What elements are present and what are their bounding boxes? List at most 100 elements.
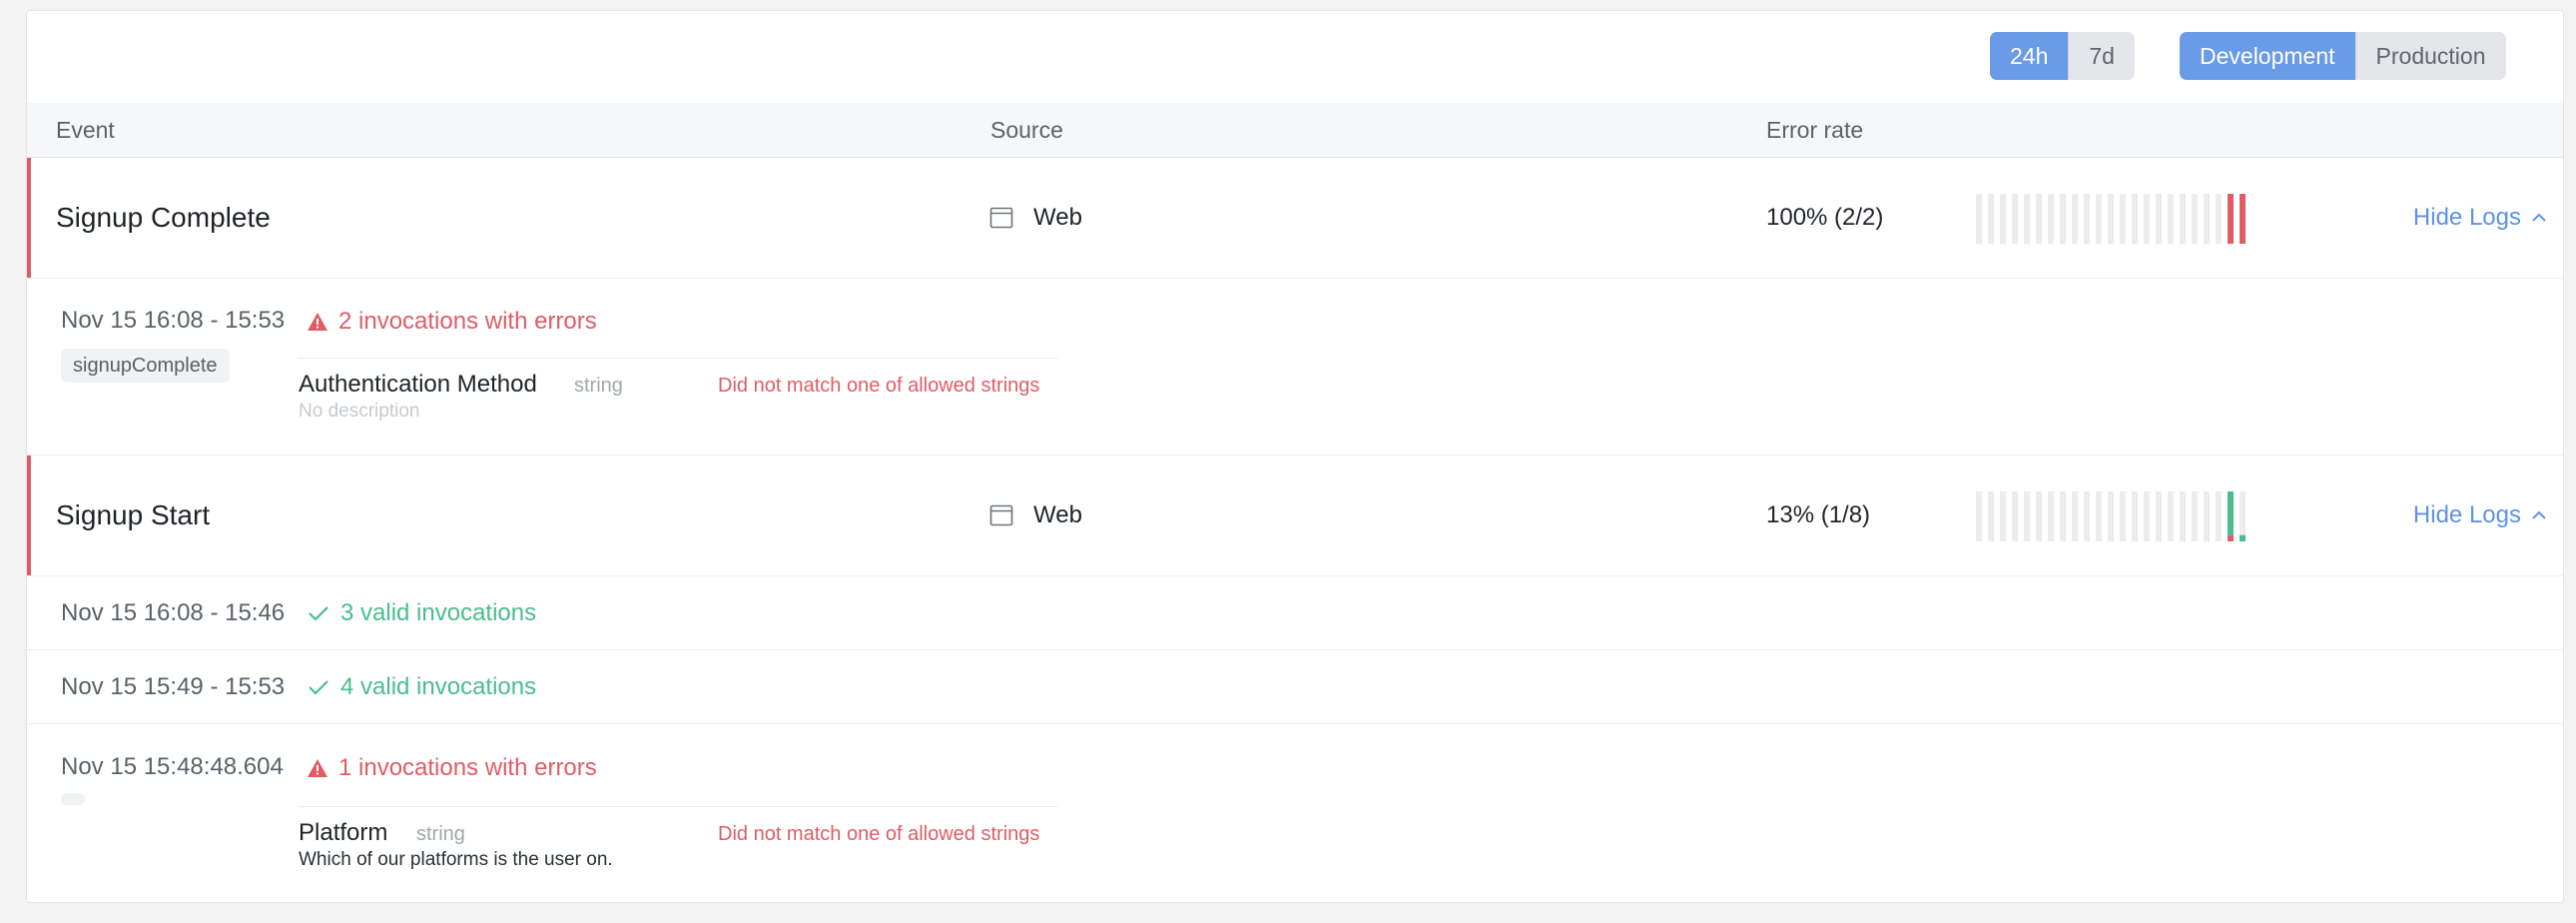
- event-source: Web: [989, 456, 1082, 575]
- sparkline-bar: [2228, 194, 2234, 244]
- sparkline-bar: [2240, 194, 2246, 244]
- sparkline-bar: [2072, 194, 2078, 244]
- log-status-label: 1 invocations with errors: [338, 754, 597, 781]
- toolbar: 24h 7d Development Production: [27, 11, 2563, 103]
- sparkline-bar: [2084, 194, 2090, 244]
- sparkline-bar: [2060, 491, 2066, 541]
- sparkline-bar: [2192, 194, 2198, 244]
- sparkline-bar: [2132, 194, 2138, 244]
- sparkline-bar: [2072, 491, 2078, 541]
- log-time-range: Nov 15 15:49 - 15:53: [61, 673, 286, 700]
- hide-logs-label: Hide Logs: [2412, 501, 2521, 528]
- checkmark-icon: [309, 606, 328, 621]
- log-status: 2 invocations with errors: [307, 308, 597, 336]
- sparkline-bar: [2168, 194, 2174, 244]
- property-name: Platform: [299, 819, 388, 846]
- sparkline-bar: [2228, 491, 2234, 541]
- sparkline-bar: [2204, 194, 2210, 244]
- log-time-range: Nov 15 16:08 - 15:46: [61, 599, 286, 626]
- sparkline-bar: [2048, 194, 2054, 244]
- sparkline-bar: [2060, 194, 2066, 244]
- sparkline-bar: [2120, 491, 2126, 541]
- sparkline-bar: [2108, 194, 2114, 244]
- event-row-signup-start[interactable]: Signup Start Web 13% (1/8) Hide Logs: [27, 456, 2563, 576]
- property-description: Which of our platforms is the user on.: [299, 849, 613, 870]
- event-source: Web: [989, 158, 1082, 278]
- property-name: Authentication Method: [299, 371, 537, 398]
- hide-logs-button[interactable]: Hide Logs: [2413, 158, 2547, 278]
- sparkline-bar: [2156, 194, 2162, 244]
- sparkline-bar: [2204, 491, 2210, 541]
- sparkline-bar: [1976, 194, 1982, 244]
- property-error: Did not match one of allowed strings: [718, 375, 1040, 397]
- column-header-source: Source: [990, 117, 1063, 143]
- property-error: Did not match one of allowed strings: [718, 823, 1040, 845]
- sparkline-bar: [2144, 194, 2150, 244]
- sparkline-bar: [2036, 491, 2042, 541]
- log-entry: Nov 15 15:48:48.604 1 invocations with e…: [27, 724, 2563, 902]
- events-card: 24h 7d Development Production Event Sour…: [26, 10, 2564, 903]
- sparkline-bar: [2000, 491, 2006, 541]
- sparkline-bar: [2024, 491, 2030, 541]
- sparkline-bar: [2192, 491, 2198, 541]
- sparkline-bar: [1988, 194, 1994, 244]
- sparkline-bar: [2120, 194, 2126, 244]
- sparkline-bar: [2036, 194, 2042, 244]
- property-type: string: [574, 375, 623, 397]
- sparkline-bar: [2180, 194, 2186, 244]
- event-source-label: Web: [1033, 501, 1082, 528]
- sparkline-bar: [1988, 491, 1994, 541]
- time-range-toggle: 24h 7d: [1990, 32, 2135, 80]
- log-status-label: 4 valid invocations: [340, 673, 537, 700]
- log-status-label: 3 valid invocations: [340, 599, 537, 626]
- log-entry: Nov 15 15:49 - 15:53 4 valid invocations: [27, 650, 2563, 724]
- env-filter-production[interactable]: Production: [2354, 32, 2506, 80]
- event-code-tag: [61, 793, 85, 805]
- warning-icon: [308, 759, 327, 777]
- log-status: 1 invocations with errors: [307, 754, 597, 782]
- column-header-event: Event: [56, 117, 115, 143]
- property-error-row: Authentication Method string Did not mat…: [299, 358, 1057, 422]
- property-error-row: Platform string Did not match one of all…: [299, 806, 1057, 870]
- sparkline-bar: [2024, 194, 2030, 244]
- event-code-tag: signupComplete: [61, 349, 230, 383]
- chevron-up-icon: [2532, 213, 2546, 222]
- hide-logs-label: Hide Logs: [2412, 204, 2521, 231]
- log-status: 4 valid invocations: [307, 673, 536, 701]
- log-entry: Nov 15 16:08 - 15:46 3 valid invocations: [27, 576, 2563, 650]
- sparkline-bar: [2084, 491, 2090, 541]
- error-rate-sparkline: [1976, 491, 2246, 541]
- sparkline-bar: [2156, 491, 2162, 541]
- time-filter-7d[interactable]: 7d: [2068, 32, 2135, 80]
- sparkline-bar: [2000, 194, 2006, 244]
- event-row-signup-complete[interactable]: Signup Complete Web 100% (2/2) Hide Logs: [27, 158, 2563, 279]
- event-name: Signup Complete: [56, 202, 271, 233]
- sparkline-bar: [2012, 491, 2018, 541]
- log-status: 3 valid invocations: [307, 599, 536, 627]
- env-filter-development[interactable]: Development: [2180, 32, 2355, 80]
- event-error-rate: 13% (1/8): [1766, 501, 1871, 528]
- event-error-rate: 100% (2/2): [1766, 204, 1884, 231]
- sparkline-bar: [2216, 491, 2222, 541]
- table-header: Event Source Error rate: [27, 103, 2563, 158]
- column-header-error-rate: Error rate: [1766, 117, 1864, 143]
- sparkline-bar: [2240, 491, 2246, 541]
- chevron-up-icon: [2532, 510, 2546, 519]
- property-type: string: [416, 823, 465, 845]
- hide-logs-button[interactable]: Hide Logs: [2413, 456, 2547, 575]
- sparkline-bar: [2048, 491, 2054, 541]
- sparkline-bar: [2168, 491, 2174, 541]
- error-rate-sparkline: [1976, 194, 2246, 244]
- property-description: No description: [299, 401, 420, 422]
- sparkline-bar: [2012, 194, 2018, 244]
- log-time-range: Nov 15 16:08 - 15:53: [61, 307, 286, 334]
- sparkline-bar: [2096, 194, 2102, 244]
- event-name: Signup Start: [56, 499, 211, 530]
- browser-window-icon: [989, 207, 1013, 229]
- browser-window-icon: [989, 504, 1013, 526]
- event-source-label: Web: [1033, 204, 1082, 231]
- sparkline-bar: [2144, 491, 2150, 541]
- sparkline-bar: [2216, 194, 2222, 244]
- warning-icon: [308, 313, 327, 331]
- time-filter-24h[interactable]: 24h: [1990, 32, 2069, 80]
